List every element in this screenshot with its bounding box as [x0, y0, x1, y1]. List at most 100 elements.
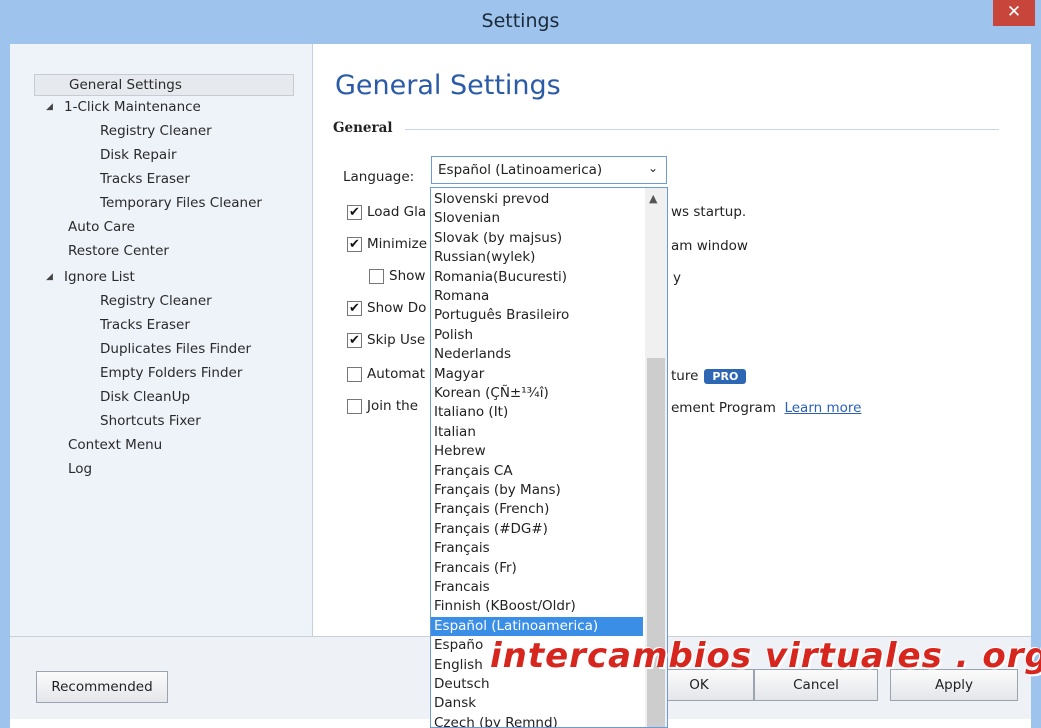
option-label: Skip Use — [367, 332, 426, 348]
sidebar-item-context-menu[interactable]: Context Menu — [68, 434, 162, 456]
watermark-text: intercambios virtuales . org — [490, 636, 1041, 676]
sidebar-item-restore-center[interactable]: Restore Center — [68, 240, 169, 262]
checkbox[interactable]: ✔ — [347, 237, 362, 252]
chevron-down-icon: ⌄ — [647, 161, 658, 175]
sidebar-item-disk-repair[interactable]: Disk Repair — [100, 144, 177, 166]
option-join-program-suffix: ement Program Learn more — [671, 400, 861, 422]
collapse-arrow-icon[interactable]: ◢ — [46, 272, 53, 282]
sidebar-item-label: Ignore List — [64, 269, 135, 285]
sidebar-item-label: Tracks Eraser — [100, 317, 190, 333]
dropdown-option[interactable]: Czech (by Remnd) — [434, 714, 558, 727]
sidebar-item-label: Disk Repair — [100, 147, 177, 163]
dropdown-option[interactable]: Español (Latinoamerica) — [431, 616, 643, 636]
sidebar-item-label: Disk CleanUp — [100, 389, 191, 405]
sidebar-item-label: Temporary Files Cleaner — [100, 195, 262, 211]
page-title: General Settings — [335, 70, 561, 101]
dropdown-option[interactable]: Korean (ÇÑ±¹¾î) — [434, 384, 549, 403]
sidebar-item-tracks-eraser[interactable]: Tracks Eraser — [100, 168, 190, 190]
dropdown-option[interactable]: Slovenski prevod — [434, 190, 549, 209]
sidebar-item-ignore-list[interactable]: Ignore List — [64, 266, 135, 288]
option-label-suffix: am window — [671, 238, 748, 254]
option-label: Load Gla — [367, 204, 427, 220]
sidebar-item-duplicates-files-finder[interactable]: Duplicates Files Finder — [100, 338, 251, 360]
dropdown-option[interactable]: Polish — [434, 326, 473, 345]
sidebar-item-disk-cleanup[interactable]: Disk CleanUp — [100, 386, 190, 408]
window-frame-left — [0, 44, 10, 728]
dropdown-option[interactable]: Slovenian — [434, 209, 500, 228]
dropdown-option[interactable]: Finnish (KBoost/Oldr) — [434, 597, 576, 616]
dropdown-option[interactable]: English — [434, 656, 483, 675]
pro-badge: PRO — [704, 369, 747, 384]
option-show-sub[interactable]: Show — [369, 268, 439, 290]
dropdown-option[interactable]: Russian(wylek) — [434, 248, 535, 267]
sidebar-item-label: Restore Center — [68, 243, 169, 259]
sidebar-item-1-click-maintenance[interactable]: 1-Click Maintenance — [64, 96, 201, 118]
window-frame-right — [1031, 44, 1041, 728]
dropdown-option[interactable]: Dansk — [434, 694, 476, 713]
sidebar-item-registry-cleaner[interactable]: Registry Cleaner — [100, 120, 212, 142]
sidebar: General Settings ◢ 1-Click Maintenance R… — [10, 44, 313, 636]
sidebar-item-label: Shortcuts Fixer — [100, 413, 201, 429]
dropdown-option[interactable]: Slovak (by majsus) — [434, 229, 562, 248]
checkbox[interactable]: ✔ — [347, 205, 362, 220]
dropdown-option[interactable]: Français (#DG#) — [434, 520, 548, 539]
option-label: Join the — [367, 398, 418, 414]
dropdown-option[interactable]: Français — [434, 539, 490, 558]
dropdown-option[interactable]: Francais — [434, 578, 490, 597]
dropdown-option[interactable]: Romania(Bucuresti) — [434, 268, 567, 287]
option-automatic-suffix: ture PRO — [671, 368, 747, 390]
recommended-button[interactable]: Recommended — [36, 671, 168, 703]
sidebar-item-tracks-eraser-ignore[interactable]: Tracks Eraser — [100, 314, 190, 336]
option-label: Automat — [367, 366, 426, 382]
checkbox[interactable]: ✔ — [347, 333, 362, 348]
option-label-suffix: ture — [671, 368, 699, 384]
dropdown-option[interactable]: Nederlands — [434, 345, 511, 364]
dropdown-option[interactable]: Français (French) — [434, 500, 549, 519]
checkbox[interactable] — [347, 367, 362, 382]
title-bar: Settings ✕ — [0, 0, 1041, 45]
section-heading: General — [333, 120, 393, 136]
window-title: Settings — [481, 10, 560, 32]
dropdown-option[interactable]: Italiano (It) — [434, 403, 508, 422]
close-button[interactable]: ✕ — [993, 0, 1035, 26]
option-label-suffix: ement Program — [671, 400, 776, 416]
option-load-at-startup-suffix: ws startup. — [671, 204, 746, 226]
language-select[interactable]: Español (Latinoamerica) ⌄ — [431, 156, 667, 184]
option-label: Show Do — [367, 300, 427, 316]
sidebar-item-label: General Settings — [69, 77, 182, 93]
sidebar-item-label: Context Menu — [68, 437, 163, 453]
checkbox[interactable]: ✔ — [347, 301, 362, 316]
dropdown-option[interactable]: Português Brasileiro — [434, 306, 569, 325]
sidebar-item-registry-cleaner-ignore[interactable]: Registry Cleaner — [100, 290, 212, 312]
dropdown-option[interactable]: Españo — [434, 636, 483, 655]
sidebar-item-log[interactable]: Log — [68, 458, 92, 480]
option-label: Minimize — [367, 236, 427, 252]
section-divider — [405, 129, 999, 130]
dropdown-option[interactable]: Magyar — [434, 365, 484, 384]
sidebar-item-shortcuts-fixer[interactable]: Shortcuts Fixer — [100, 410, 201, 432]
close-icon: ✕ — [1006, 2, 1022, 22]
sidebar-item-label: 1-Click Maintenance — [64, 99, 201, 115]
checkbox[interactable] — [369, 269, 384, 284]
checkbox[interactable] — [347, 399, 362, 414]
language-label: Language: — [343, 169, 415, 185]
dropdown-option[interactable]: Italian — [434, 423, 476, 442]
option-label-suffix: ws startup. — [671, 204, 747, 220]
sidebar-item-auto-care[interactable]: Auto Care — [68, 216, 135, 238]
sidebar-item-label: Auto Care — [68, 219, 135, 235]
dropdown-option[interactable]: Français CA — [434, 462, 513, 481]
dropdown-option[interactable]: Deutsch — [434, 675, 490, 694]
dropdown-option[interactable]: Français (by Mans) — [434, 481, 561, 500]
sidebar-item-empty-folders-finder[interactable]: Empty Folders Finder — [100, 362, 242, 384]
learn-more-link[interactable]: Learn more — [784, 400, 861, 416]
option-show-sub-suffix: y — [673, 270, 681, 292]
collapse-arrow-icon[interactable]: ◢ — [46, 102, 53, 112]
option-minimize-suffix: am window — [671, 238, 748, 260]
sidebar-item-label: Empty Folders Finder — [100, 365, 243, 381]
dropdown-option[interactable]: Francais (Fr) — [434, 559, 517, 578]
sidebar-item-temporary-files-cleaner[interactable]: Temporary Files Cleaner — [100, 192, 262, 214]
dropdown-option[interactable]: Romana — [434, 287, 489, 306]
scroll-up-arrow-icon[interactable]: ▲ — [649, 192, 657, 205]
dropdown-option[interactable]: Hebrew — [434, 442, 486, 461]
sidebar-item-general-settings[interactable]: General Settings — [34, 74, 294, 96]
